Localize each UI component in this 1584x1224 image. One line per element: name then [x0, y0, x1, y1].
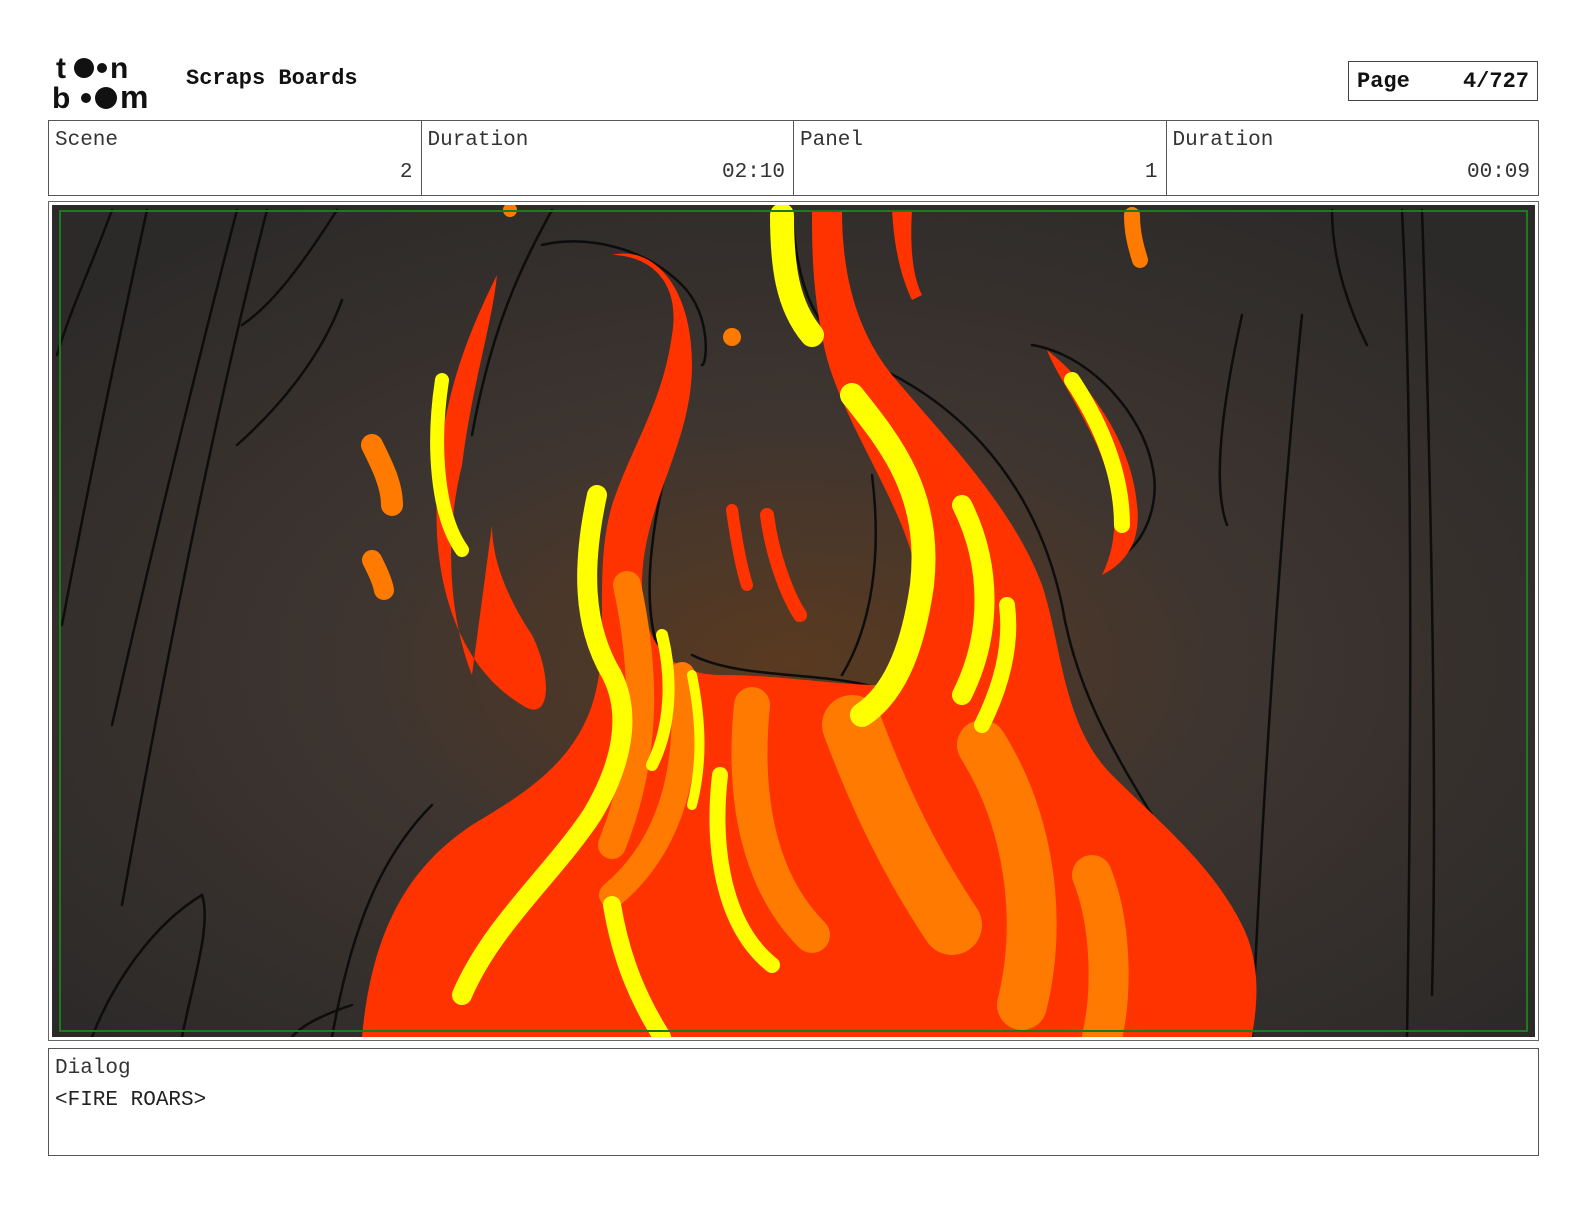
dialog-box: Dialog <FIRE ROARS> [48, 1048, 1539, 1156]
panel-cell: Panel 1 [794, 121, 1167, 195]
panel-duration-label: Duration [1172, 129, 1274, 152]
scene-cell: Scene 2 [49, 121, 422, 195]
dialog-label: Dialog [55, 1057, 131, 1080]
page-value: 4/727 [1462, 68, 1529, 94]
page-label: Page [1357, 68, 1410, 94]
toon-boom-logo: t n b m [52, 52, 148, 112]
ember [723, 328, 741, 346]
page-indicator: Page 4/727 [1348, 61, 1538, 101]
panel-label: Panel [800, 129, 864, 152]
svg-text:b: b [52, 82, 70, 112]
panel-duration-cell: Duration 00:09 [1167, 121, 1539, 195]
svg-text:m: m [120, 79, 148, 112]
dialog-text: <FIRE ROARS> [55, 1089, 207, 1112]
scene-duration-label: Duration [427, 129, 529, 152]
scene-label: Scene [55, 129, 119, 152]
panel-duration-value: 00:09 [1466, 161, 1530, 184]
storyboard-panel-image [52, 205, 1535, 1037]
scene-duration-value: 02:10 [721, 161, 785, 184]
svg-text:t: t [56, 52, 66, 85]
project-title: Scraps Boards [186, 66, 358, 91]
scene-value: 2 [399, 161, 413, 184]
panel-info-row: Scene 2 Duration 02:10 Panel 1 Duration … [48, 120, 1539, 196]
panel-value: 1 [1144, 161, 1158, 184]
scene-duration-cell: Duration 02:10 [422, 121, 794, 195]
